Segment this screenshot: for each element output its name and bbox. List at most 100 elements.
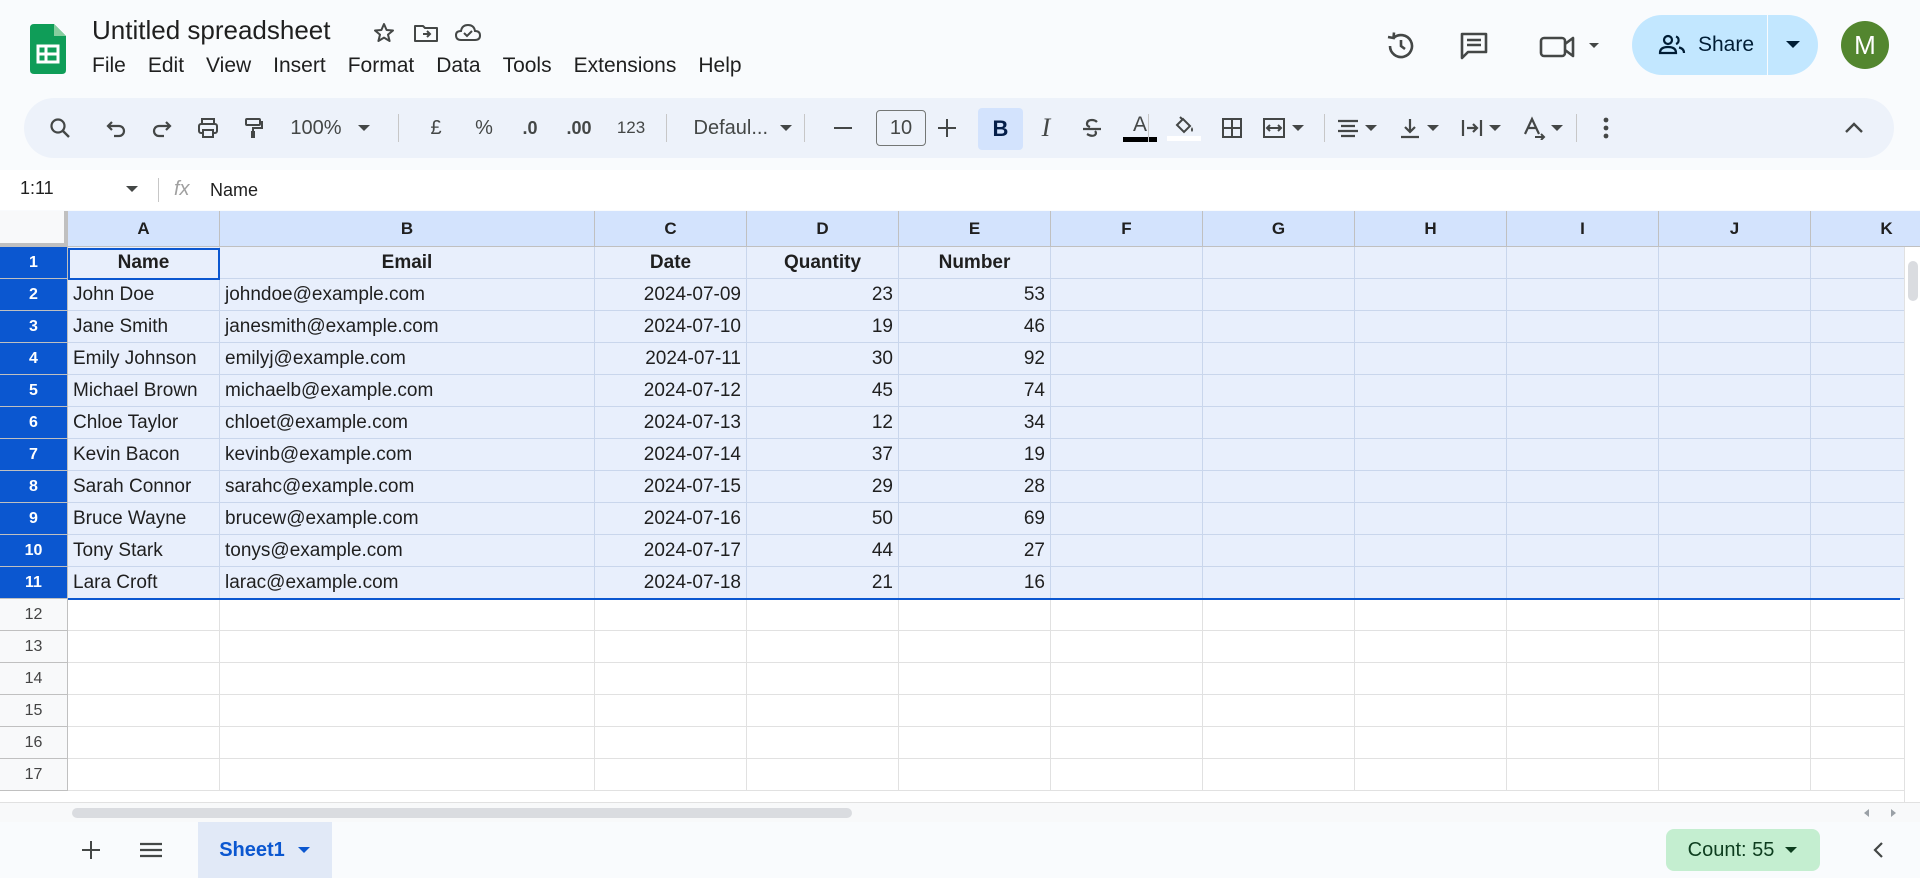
star-icon[interactable]	[370, 19, 398, 47]
cell-d13[interactable]	[747, 631, 899, 663]
cell-a7[interactable]: Kevin Bacon	[68, 439, 220, 471]
more-options-icon[interactable]	[1586, 98, 1626, 158]
row-header-9[interactable]: 9	[0, 503, 68, 535]
cell-h15[interactable]	[1355, 695, 1507, 727]
print-icon[interactable]	[188, 98, 228, 158]
spreadsheet-grid[interactable]: A B C D E F G H I J K 1 Name Email Date Quantity Number 2…	[0, 211, 1920, 802]
cell-b1[interactable]: Email	[220, 247, 595, 279]
font-dropdown-icon[interactable]	[776, 98, 796, 158]
cell-c15[interactable]	[595, 695, 747, 727]
row-header-16[interactable]: 16	[0, 727, 68, 759]
cell-i14[interactable]	[1507, 663, 1659, 695]
cell-a14[interactable]	[68, 663, 220, 695]
cell-j16[interactable]	[1659, 727, 1811, 759]
cell-h2[interactable]	[1355, 279, 1507, 311]
cell-f1[interactable]	[1051, 247, 1203, 279]
meet-icon[interactable]	[1535, 26, 1605, 66]
row-header-8[interactable]: 8	[0, 471, 68, 503]
menu-edit[interactable]: Edit	[148, 54, 193, 78]
cell-b9[interactable]: brucew@example.com	[220, 503, 595, 535]
row-header-10[interactable]: 10	[0, 535, 68, 567]
column-header-a[interactable]: A	[68, 211, 220, 247]
sheet-tab-dropdown-icon[interactable]	[297, 846, 311, 854]
decrease-decimal-button[interactable]: .0	[508, 98, 552, 158]
cell-a6[interactable]: Chloe Taylor	[68, 407, 220, 439]
share-dropdown-icon[interactable]	[1768, 15, 1818, 75]
row-header-13[interactable]: 13	[0, 631, 68, 663]
cell-b4[interactable]: emilyj@example.com	[220, 343, 595, 375]
formula-input[interactable]: Name	[210, 180, 258, 201]
sheets-logo-icon[interactable]	[30, 24, 66, 74]
cell-g17[interactable]	[1203, 759, 1355, 791]
cell-a9[interactable]: Bruce Wayne	[68, 503, 220, 535]
cell-i16[interactable]	[1507, 727, 1659, 759]
cell-i5[interactable]	[1507, 375, 1659, 407]
menu-extensions[interactable]: Extensions	[574, 54, 686, 78]
cell-e11[interactable]: 16	[899, 567, 1051, 599]
cell-f14[interactable]	[1051, 663, 1203, 695]
cell-g9[interactable]	[1203, 503, 1355, 535]
horizontal-align-icon[interactable]	[1332, 98, 1382, 158]
undo-icon[interactable]	[96, 98, 136, 158]
cell-c4[interactable]: 2024-07-11	[595, 343, 747, 375]
cell-j3[interactable]	[1659, 311, 1811, 343]
cell-f11[interactable]	[1051, 567, 1203, 599]
column-header-c[interactable]: C	[595, 211, 747, 247]
cell-c3[interactable]: 2024-07-10	[595, 311, 747, 343]
cell-b3[interactable]: janesmith@example.com	[220, 311, 595, 343]
text-color-button[interactable]: A	[1118, 98, 1162, 158]
cell-b14[interactable]	[220, 663, 595, 695]
row-header-7[interactable]: 7	[0, 439, 68, 471]
cell-d6[interactable]: 12	[747, 407, 899, 439]
share-button[interactable]: Share	[1632, 15, 1818, 75]
cell-i4[interactable]	[1507, 343, 1659, 375]
cell-a2[interactable]: John Doe	[68, 279, 220, 311]
cell-j17[interactable]	[1659, 759, 1811, 791]
collapse-toolbar-icon[interactable]	[1834, 98, 1874, 158]
name-box-dropdown-icon[interactable]	[125, 180, 139, 203]
row-header-15[interactable]: 15	[0, 695, 68, 727]
borders-icon[interactable]	[1212, 98, 1252, 158]
cell-d4[interactable]: 30	[747, 343, 899, 375]
menu-insert[interactable]: Insert	[273, 54, 335, 78]
cell-a15[interactable]	[68, 695, 220, 727]
cell-c11[interactable]: 2024-07-18	[595, 567, 747, 599]
cell-g8[interactable]	[1203, 471, 1355, 503]
cell-j11[interactable]	[1659, 567, 1811, 599]
cell-i13[interactable]	[1507, 631, 1659, 663]
vertical-scroll-thumb[interactable]	[1908, 261, 1918, 301]
redo-icon[interactable]	[142, 98, 182, 158]
cell-a5[interactable]: Michael Brown	[68, 375, 220, 407]
cell-h6[interactable]	[1355, 407, 1507, 439]
cell-f2[interactable]	[1051, 279, 1203, 311]
cell-f7[interactable]	[1051, 439, 1203, 471]
name-box[interactable]: 1:11	[20, 178, 54, 199]
text-rotation-icon[interactable]	[1518, 98, 1568, 158]
row-header-11[interactable]: 11	[0, 567, 68, 599]
cell-f9[interactable]	[1051, 503, 1203, 535]
cell-h9[interactable]	[1355, 503, 1507, 535]
menu-tools[interactable]: Tools	[503, 54, 561, 78]
horizontal-scrollbar[interactable]	[0, 802, 1920, 822]
cell-e10[interactable]: 27	[899, 535, 1051, 567]
select-all-corner[interactable]	[0, 211, 68, 247]
cell-j9[interactable]	[1659, 503, 1811, 535]
cell-a8[interactable]: Sarah Connor	[68, 471, 220, 503]
sheet-tab[interactable]: Sheet1	[198, 822, 332, 878]
cell-g14[interactable]	[1203, 663, 1355, 695]
merge-cells-icon[interactable]	[1258, 98, 1308, 158]
cell-b2[interactable]: johndoe@example.com	[220, 279, 595, 311]
explore-count-button[interactable]: Count: 55	[1666, 829, 1820, 871]
row-header-2[interactable]: 2	[0, 279, 68, 311]
cell-c9[interactable]: 2024-07-16	[595, 503, 747, 535]
cell-d9[interactable]: 50	[747, 503, 899, 535]
column-header-g[interactable]: G	[1203, 211, 1355, 247]
cell-h14[interactable]	[1355, 663, 1507, 695]
cell-e9[interactable]: 69	[899, 503, 1051, 535]
cell-h7[interactable]	[1355, 439, 1507, 471]
cell-e8[interactable]: 28	[899, 471, 1051, 503]
cell-f3[interactable]	[1051, 311, 1203, 343]
cell-j7[interactable]	[1659, 439, 1811, 471]
cell-a3[interactable]: Jane Smith	[68, 311, 220, 343]
cell-c2[interactable]: 2024-07-09	[595, 279, 747, 311]
